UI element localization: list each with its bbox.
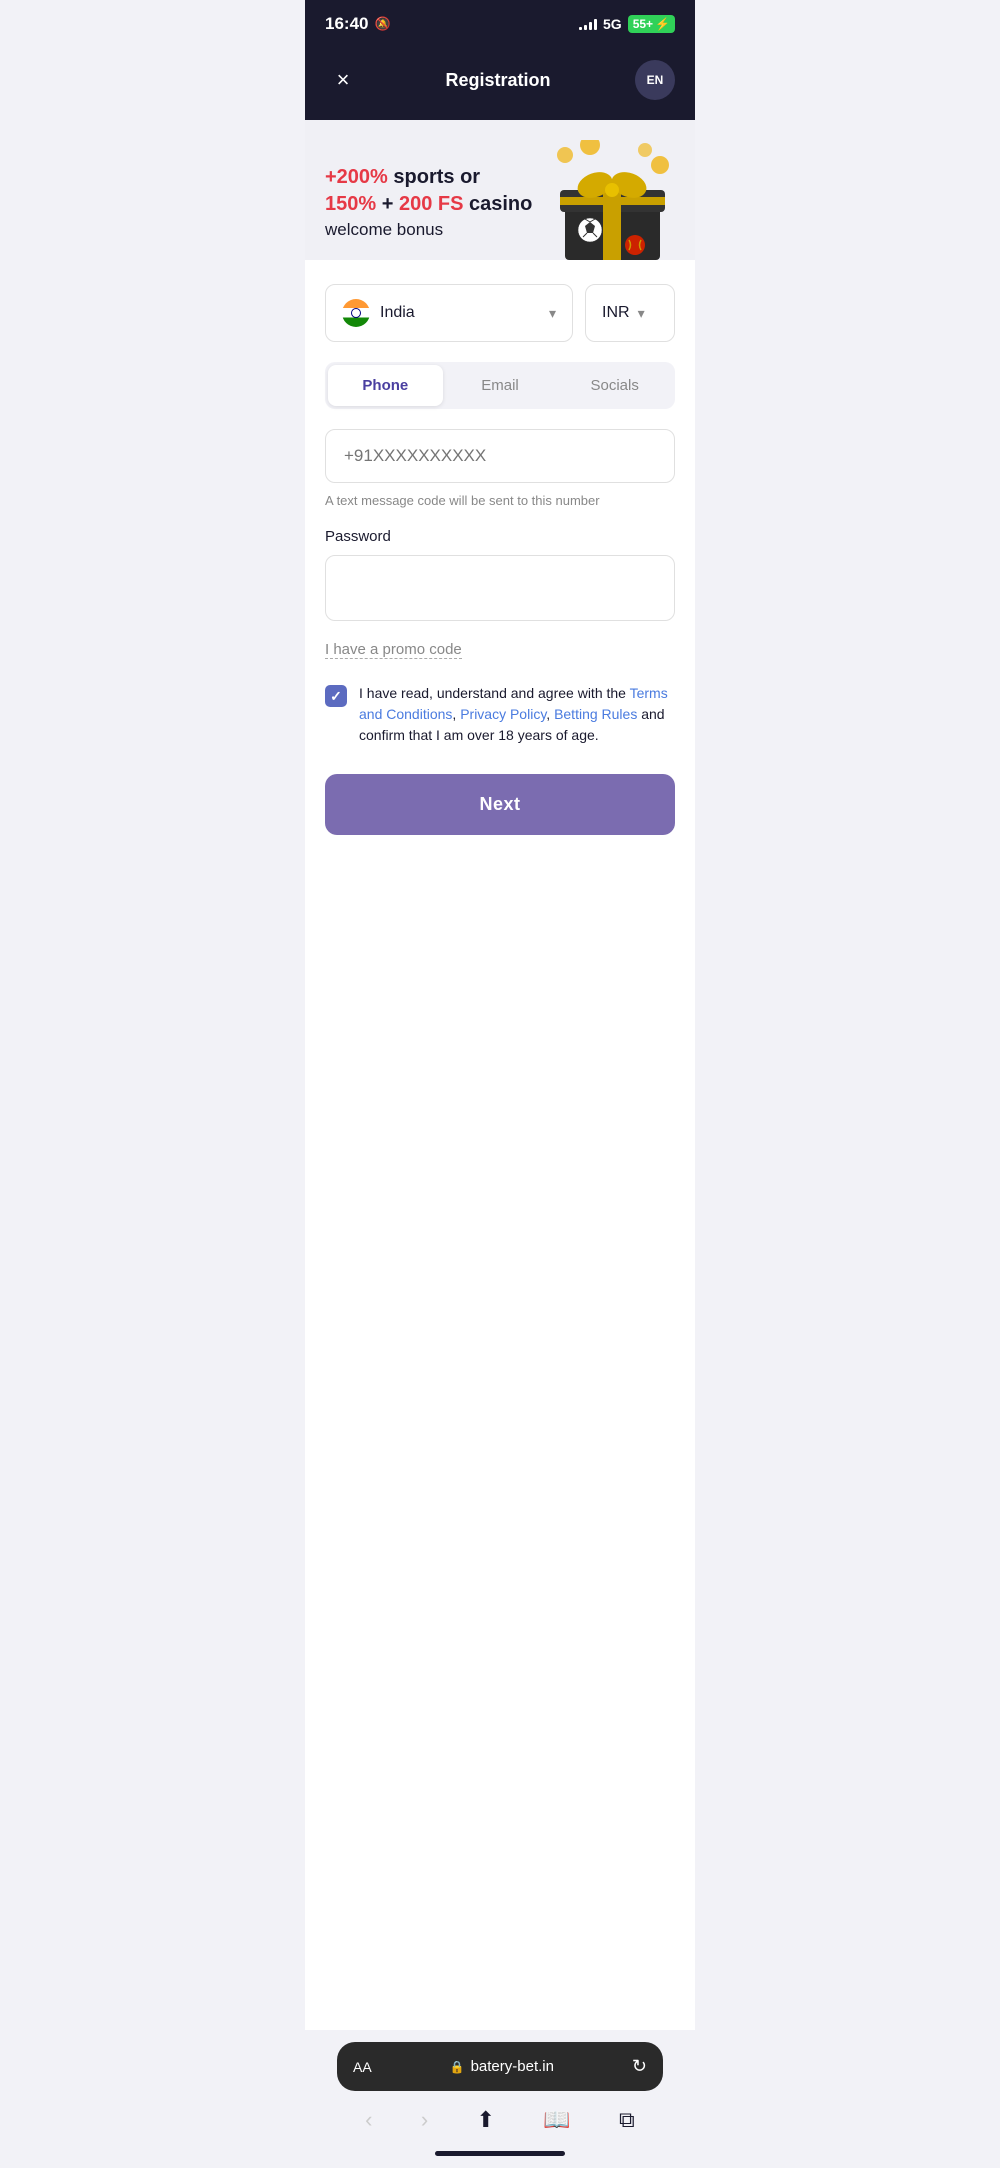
network-label: 5G xyxy=(603,16,622,32)
country-name: India xyxy=(380,304,539,322)
gift-svg xyxy=(545,140,675,260)
back-button[interactable]: ‹ xyxy=(365,2107,372,2133)
bottom-nav: ‹ › ⬆ 📖 ⧉ xyxy=(321,2091,679,2143)
home-indicator xyxy=(435,2151,565,2156)
gift-graphic xyxy=(545,140,675,260)
promo-line1: +200% sports or xyxy=(325,166,545,189)
bookmarks-button[interactable]: 📖 xyxy=(543,2107,570,2133)
terms-link3[interactable]: Betting Rules xyxy=(554,706,637,722)
app-header: × Registration EN xyxy=(305,44,695,120)
browser-bar: AA 🔒 batery-bet.in ↻ xyxy=(337,2042,663,2091)
terms-text: I have read, understand and agree with t… xyxy=(359,683,675,746)
india-flag-icon xyxy=(342,299,370,327)
phone-input-wrapper[interactable] xyxy=(325,429,675,483)
promo-welcome: welcome bonus xyxy=(325,220,545,240)
bolt-icon: ⚡ xyxy=(655,17,670,31)
lock-icon: 🔒 xyxy=(450,2060,465,2074)
currency-label: INR xyxy=(602,304,630,322)
tab-email[interactable]: Email xyxy=(443,365,558,406)
battery-indicator: 55+ ⚡ xyxy=(628,15,675,33)
share-button[interactable]: ⬆ xyxy=(477,2107,495,2133)
country-selector[interactable]: India ▾ xyxy=(325,284,573,342)
password-input[interactable] xyxy=(344,578,656,598)
url-bar[interactable]: 🔒 batery-bet.in xyxy=(384,2058,620,2075)
promo-line2: 150% + 200 FS casino xyxy=(325,193,545,216)
tab-phone[interactable]: Phone xyxy=(328,365,443,406)
password-input-wrapper[interactable] xyxy=(325,555,675,621)
status-time: 16:40 🔕 xyxy=(325,14,391,34)
main-content: India ▾ INR ▾ Phone Email Socials A text… xyxy=(305,260,695,2030)
status-bar: 16:40 🔕 5G 55+ ⚡ xyxy=(305,0,695,44)
browser-area: AA 🔒 batery-bet.in ↻ ‹ › ⬆ 📖 ⧉ xyxy=(305,2030,695,2168)
reload-button[interactable]: ↻ xyxy=(632,2056,647,2077)
next-button[interactable]: Next xyxy=(325,774,675,835)
checkmark-icon: ✓ xyxy=(330,688,342,705)
close-button[interactable]: × xyxy=(325,62,361,98)
bell-slash-icon: 🔕 xyxy=(374,16,390,32)
text-size-button[interactable]: AA xyxy=(353,2059,372,2075)
signal-bars xyxy=(579,18,597,30)
password-label: Password xyxy=(325,528,675,545)
chevron-down-icon: ▾ xyxy=(549,305,556,322)
tab-socials[interactable]: Socials xyxy=(557,365,672,406)
phone-hint: A text message code will be sent to this… xyxy=(325,493,675,508)
selector-row: India ▾ INR ▾ xyxy=(325,284,675,342)
page-title: Registration xyxy=(445,70,550,91)
terms-link2[interactable]: Privacy Policy xyxy=(460,706,546,722)
phone-input[interactable] xyxy=(344,446,656,466)
tabs-button[interactable]: ⧉ xyxy=(619,2107,635,2133)
tab-bar: Phone Email Socials xyxy=(325,362,675,409)
promo-text: +200% sports or 150% + 200 FS casino wel… xyxy=(325,166,545,260)
promo-banner: +200% sports or 150% + 200 FS casino wel… xyxy=(305,120,695,260)
terms-row: ✓ I have read, understand and agree with… xyxy=(325,683,675,746)
language-button[interactable]: EN xyxy=(635,60,675,100)
promo-code-link[interactable]: I have a promo code xyxy=(325,641,462,659)
chevron-down-icon: ▾ xyxy=(638,305,645,322)
status-right: 5G 55+ ⚡ xyxy=(579,15,675,33)
currency-selector[interactable]: INR ▾ xyxy=(585,284,675,342)
forward-button[interactable]: › xyxy=(421,2107,428,2133)
terms-checkbox[interactable]: ✓ xyxy=(325,685,347,707)
